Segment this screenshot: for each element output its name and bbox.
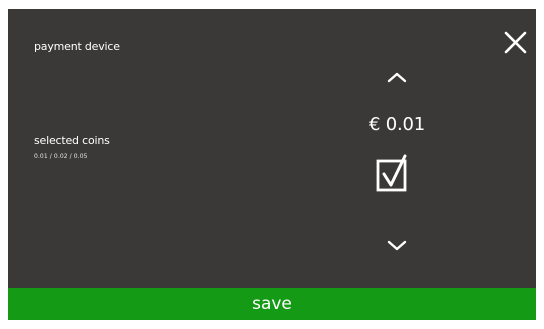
checkbox-checked-icon xyxy=(374,154,414,201)
page-title: payment device xyxy=(34,40,120,53)
selected-coins-label: selected coins xyxy=(34,134,110,147)
coin-checkbox[interactable] xyxy=(374,153,414,197)
increase-button[interactable] xyxy=(381,68,413,88)
close-button[interactable] xyxy=(501,29,531,59)
close-icon xyxy=(501,29,531,59)
selected-coins-values: 0.01 / 0.02 / 0.05 xyxy=(34,153,88,160)
decrease-button[interactable] xyxy=(381,235,413,255)
settings-panel: payment device selected coins 0.01 / 0.0… xyxy=(8,9,536,320)
save-label: save xyxy=(252,294,292,314)
save-button[interactable]: save xyxy=(8,288,536,320)
coin-value: € 0.01 xyxy=(368,114,426,135)
chevron-up-icon xyxy=(381,72,413,92)
chevron-down-icon xyxy=(381,240,413,259)
